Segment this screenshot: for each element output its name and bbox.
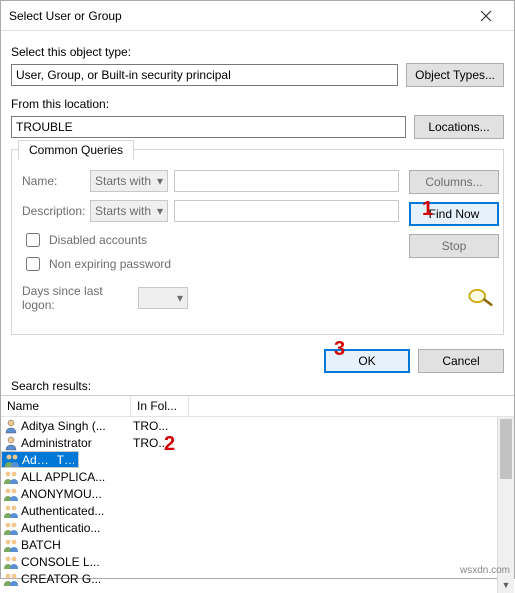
name-label: Name: — [22, 174, 84, 188]
days-select[interactable]: ▾ — [138, 287, 188, 309]
scroll-thumb[interactable] — [500, 419, 512, 479]
table-row[interactable]: CONSOLE L... — [1, 553, 514, 570]
window-title: Select User or Group — [9, 9, 466, 23]
table-row[interactable]: ALL APPLICA... — [1, 468, 514, 485]
group-icon — [3, 486, 19, 502]
location-field[interactable] — [11, 116, 406, 138]
description-input[interactable] — [174, 200, 399, 222]
table-row[interactable]: AdministratorTRO... — [1, 434, 514, 451]
close-button[interactable] — [466, 2, 506, 30]
days-since-logon-label: Days since last logon: — [22, 284, 132, 312]
table-row[interactable]: ANONYMOU... — [1, 485, 514, 502]
column-folder[interactable]: In Fol... — [131, 396, 189, 416]
search-results-label: Search results: — [1, 379, 514, 393]
user-icon — [3, 418, 19, 434]
table-row[interactable]: Aditya Singh (...TRO... — [1, 417, 514, 434]
disabled-accounts-label: Disabled accounts — [49, 233, 147, 247]
chevron-down-icon: ▾ — [157, 174, 163, 188]
row-folder: TRO... — [133, 419, 189, 433]
row-name: ALL APPLICA... — [21, 470, 133, 484]
row-folder: TRO... — [57, 453, 74, 467]
chevron-down-icon: ▾ — [157, 204, 163, 218]
row-name: BATCH — [21, 538, 133, 552]
dialog-content: Select this object type: Object Types...… — [1, 31, 514, 339]
object-type-label: Select this object type: — [11, 45, 504, 59]
row-name: CONSOLE L... — [21, 555, 133, 569]
object-types-button[interactable]: Object Types... — [406, 63, 504, 87]
columns-button[interactable]: Columns... — [409, 170, 499, 194]
bottom-bar: OK Cancel — [1, 339, 514, 379]
titlebar: Select User or Group — [1, 1, 514, 31]
results-list[interactable]: Aditya Singh (...TRO...AdministratorTRO.… — [1, 417, 514, 587]
row-name: Authenticatio... — [21, 521, 133, 535]
table-row[interactable]: BATCH — [1, 536, 514, 553]
column-name[interactable]: Name — [1, 396, 131, 416]
watermark: wsxdn.com — [460, 565, 510, 576]
group-icon — [3, 537, 19, 553]
description-mode-select[interactable]: Starts with▾ — [90, 200, 168, 222]
description-label: Description: — [22, 204, 84, 218]
close-icon — [480, 10, 492, 22]
search-icon — [465, 284, 493, 308]
group-icon — [3, 554, 19, 570]
row-name: Authenticated... — [21, 504, 133, 518]
row-folder: TRO... — [133, 436, 189, 450]
group-icon — [3, 503, 19, 519]
find-now-button[interactable]: Find Now — [409, 202, 499, 226]
results-body: Aditya Singh (...TRO...AdministratorTRO.… — [1, 417, 514, 593]
table-row[interactable]: Authenticatio... — [1, 519, 514, 536]
name-input[interactable] — [174, 170, 399, 192]
non-expiring-label: Non expiring password — [49, 257, 171, 271]
object-type-field[interactable] — [11, 64, 398, 86]
tab-common-queries[interactable]: Common Queries — [18, 140, 134, 160]
group-icon — [3, 469, 19, 485]
row-name: Administrators — [22, 453, 57, 467]
non-expiring-checkbox[interactable] — [26, 257, 40, 271]
results-header: Name In Fol... — [1, 395, 514, 417]
table-row[interactable]: AdministratorsTRO... — [1, 451, 79, 468]
row-name: ANONYMOU... — [21, 487, 133, 501]
name-mode-select[interactable]: Starts with▾ — [90, 170, 168, 192]
cancel-button[interactable]: Cancel — [418, 349, 504, 373]
table-row[interactable]: Authenticated... — [1, 502, 514, 519]
group-icon — [3, 520, 19, 536]
row-name: Aditya Singh (... — [21, 419, 133, 433]
user-icon — [3, 435, 19, 451]
ok-button[interactable]: OK — [324, 349, 410, 373]
group-icon — [4, 452, 20, 468]
locations-button[interactable]: Locations... — [414, 115, 504, 139]
chevron-down-icon: ▾ — [177, 291, 183, 305]
disabled-accounts-checkbox[interactable] — [26, 233, 40, 247]
stop-button[interactable]: Stop — [409, 234, 499, 258]
common-queries-panel: Common Queries Name: Starts with▾ Descri… — [11, 149, 504, 335]
location-label: From this location: — [11, 97, 504, 111]
row-name: Administrator — [21, 436, 133, 450]
